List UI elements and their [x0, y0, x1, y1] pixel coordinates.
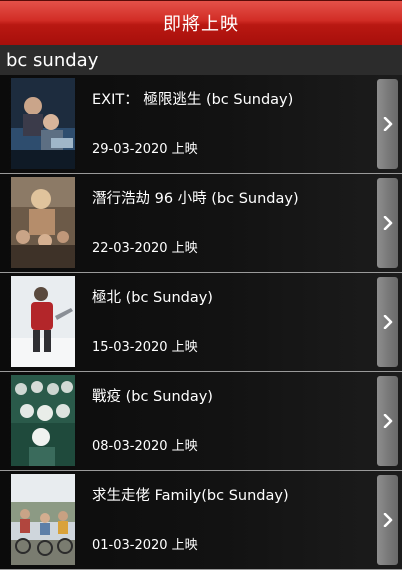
movie-row[interactable]: 求生走佬 Family(bc Sunday) 01-03-2020 上映	[0, 471, 402, 570]
chevron-right-icon	[383, 315, 392, 329]
movie-detail-button[interactable]	[377, 178, 398, 268]
movie-title: 潛行浩劫 96 小時 (bc Sunday)	[92, 191, 299, 207]
movie-release-date: 08-03-2020 上映	[92, 439, 198, 454]
movie-row[interactable]: 戰疫 (bc Sunday) 08-03-2020 上映	[0, 372, 402, 471]
chevron-right-icon	[383, 117, 392, 131]
movie-poster	[11, 78, 75, 169]
movie-list: EXIT： 極限逃生 (bc Sunday) 29-03-2020 上映 潛行浩…	[0, 75, 402, 570]
movie-row[interactable]: 潛行浩劫 96 小時 (bc Sunday) 22-03-2020 上映	[0, 174, 402, 273]
page-title: 即將上映	[163, 13, 239, 35]
movie-row[interactable]: 極北 (bc Sunday) 15-03-2020 上映	[0, 273, 402, 372]
movie-detail-button[interactable]	[377, 376, 398, 466]
chevron-right-icon	[383, 513, 392, 527]
movie-poster	[11, 375, 75, 466]
movie-release-date: 15-03-2020 上映	[92, 340, 198, 355]
movie-release-date: 29-03-2020 上映	[92, 142, 198, 157]
movie-detail-button[interactable]	[377, 475, 398, 565]
movie-title: 戰疫 (bc Sunday)	[92, 389, 213, 405]
movie-release-date: 01-03-2020 上映	[92, 538, 198, 553]
app-header: 即將上映	[0, 0, 402, 45]
movie-release-date: 22-03-2020 上映	[92, 241, 198, 256]
movie-title: 求生走佬 Family(bc Sunday)	[92, 488, 289, 504]
section-title: bc sunday	[6, 49, 99, 71]
movie-title: EXIT： 極限逃生 (bc Sunday)	[92, 92, 294, 108]
chevron-right-icon	[383, 414, 392, 428]
movie-poster	[11, 276, 75, 367]
section-header: bc sunday	[0, 45, 402, 75]
chevron-right-icon	[383, 216, 392, 230]
movie-detail-button[interactable]	[377, 79, 398, 169]
movie-title: 極北 (bc Sunday)	[92, 290, 213, 306]
movie-poster	[11, 177, 75, 268]
movie-detail-button[interactable]	[377, 277, 398, 367]
movie-row[interactable]: EXIT： 極限逃生 (bc Sunday) 29-03-2020 上映	[0, 75, 402, 174]
movie-poster	[11, 474, 75, 565]
